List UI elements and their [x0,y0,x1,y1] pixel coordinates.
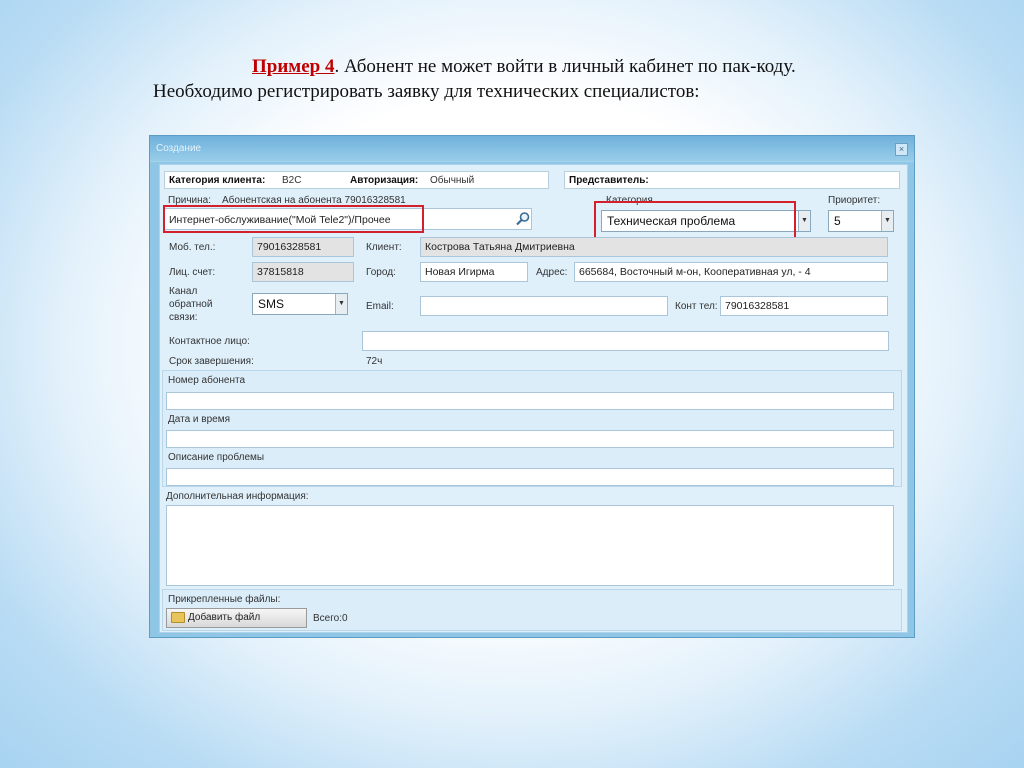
contact-person-field[interactable] [362,331,889,351]
problem-label: Описание проблемы [168,452,265,463]
channel-label-1: Канал [169,286,198,297]
authorization-value: Обычный [430,175,475,186]
example-label: Пример 4 [252,56,335,77]
slide-subheading: Необходимо регистрировать заявку для тех… [153,81,700,102]
client-category-label: Категория клиента: [169,175,266,186]
search-icon[interactable] [515,211,531,227]
contact-phone-label: Конт тел: [675,301,718,312]
city-field[interactable]: Новая Игирма [420,262,528,282]
priority-value: 5 [834,214,841,228]
slide-heading: Пример 4. Абонент не может войти в личны… [252,56,796,78]
create-request-window: Создание × Категория клиента: B2C Автори… [149,135,915,638]
attachments-label: Прикрепленные файлы: [168,594,281,605]
chevron-down-icon[interactable]: ▼ [798,211,810,231]
address-label: Адрес: [536,267,568,278]
contact-person-label: Контактное лицо: [169,336,250,347]
window-titlebar: Создание × [150,136,914,162]
address-field[interactable]: 665684, Восточный м-он, Кооперативная ул… [574,262,888,282]
client-label: Клиент: [366,242,402,253]
channel-value: SMS [258,297,285,311]
priority-label: Приоритет: [828,195,881,206]
close-icon[interactable]: × [895,143,908,156]
client-category-value: B2C [282,175,302,186]
mobile-label: Моб. тел.: [169,242,216,253]
datetime-field[interactable] [166,430,894,448]
contact-phone-field[interactable]: 79016328581 [720,296,888,316]
form-panel: Категория клиента: B2C Авторизация: Обыч… [159,164,908,633]
authorization-label: Авторизация: [350,175,419,186]
email-label: Email: [366,301,394,312]
additional-info-textarea[interactable] [166,505,894,586]
datetime-label: Дата и время [168,414,231,425]
category-highlight-box [594,201,796,239]
subscriber-number-field[interactable] [166,392,894,410]
mobile-field[interactable]: 79016328581 [252,237,354,257]
account-label: Лиц. счет: [169,267,216,278]
reason-highlight-box [163,205,424,233]
client-field[interactable]: Кострова Татьяна Дмитриевна [420,237,888,257]
heading-text: . Абонент не может войти в личный кабине… [334,56,796,77]
channel-label-3: связи: [169,312,198,323]
channel-label-2: обратной [169,299,213,310]
add-file-button[interactable]: Добавить файл [166,608,307,628]
attachments-total: Всего:0 [313,613,348,624]
chevron-down-icon[interactable]: ▼ [335,294,347,314]
folder-icon [171,612,185,623]
deadline-label: Срок завершения: [169,356,254,367]
deadline-value: 72ч [366,356,383,367]
additional-info-label: Дополнительная информация: [166,491,309,502]
account-field[interactable]: 37815818 [252,262,354,282]
representative-label: Представитель: [569,175,649,186]
problem-field[interactable] [166,468,894,486]
window-title: Создание [156,143,202,154]
priority-select[interactable]: 5 ▼ [828,210,894,232]
city-label: Город: [366,267,396,278]
chevron-down-icon[interactable]: ▼ [881,211,893,231]
add-file-label: Добавить файл [188,612,261,624]
subscriber-number-label: Номер абонента [168,375,246,386]
channel-select[interactable]: SMS ▼ [252,293,348,315]
email-field[interactable] [420,296,668,316]
